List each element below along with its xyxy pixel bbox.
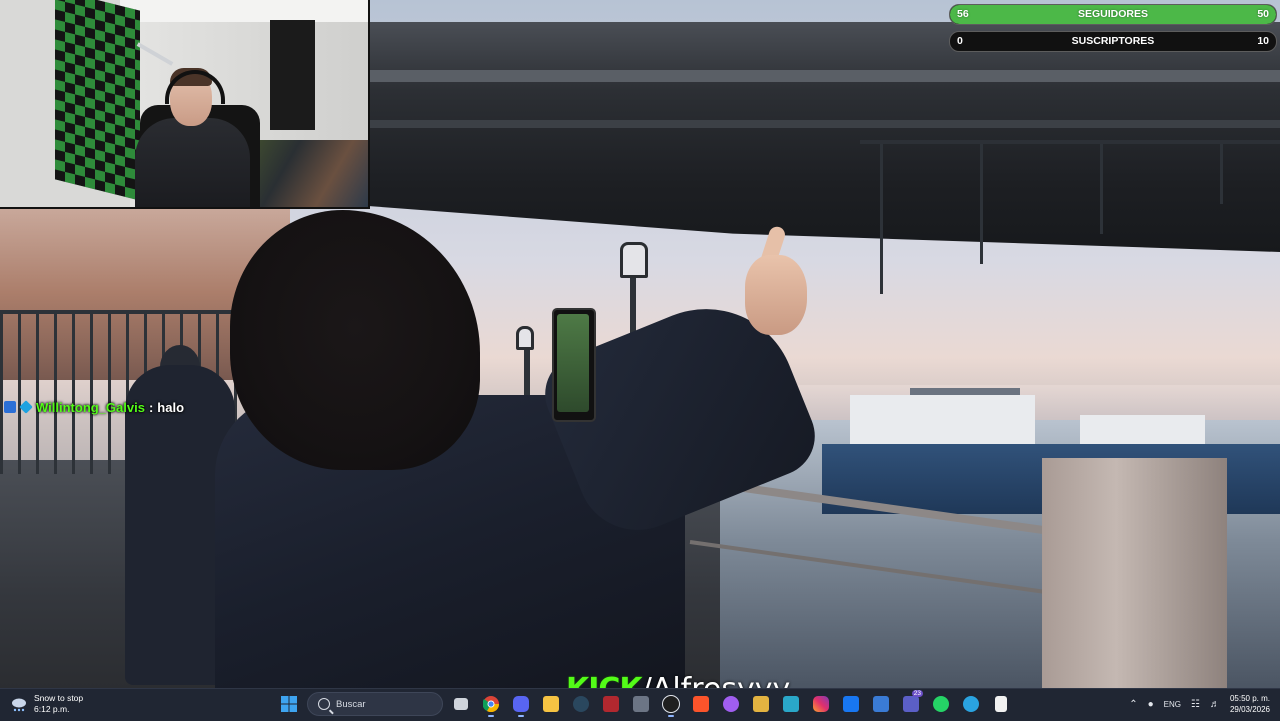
facebook-icon[interactable] bbox=[839, 691, 863, 717]
taskbar-apps: Buscar 23 bbox=[277, 690, 1013, 717]
bridge-girder bbox=[368, 120, 1280, 128]
chrome-icon[interactable] bbox=[479, 691, 503, 717]
diamond-badge-icon bbox=[19, 400, 33, 414]
bridge-truss bbox=[860, 140, 1280, 304]
chevron-up-icon[interactable]: ⌃ bbox=[1129, 699, 1137, 710]
media-icon[interactable] bbox=[599, 691, 623, 717]
search-placeholder: Buscar bbox=[336, 698, 366, 710]
weather-widget[interactable]: Snow to stop 6:12 p.m. bbox=[10, 693, 83, 715]
chat-username: Willintong_Galvis bbox=[36, 399, 145, 415]
chat-message: Willintong_Galvis : halo bbox=[4, 398, 184, 416]
snow-cloud-icon bbox=[10, 695, 28, 713]
folder-icon[interactable] bbox=[749, 691, 773, 717]
whatsapp-icon[interactable] bbox=[929, 691, 953, 717]
clock-date: 29/03/2026 bbox=[1229, 705, 1270, 714]
language-indicator[interactable]: ENG bbox=[1164, 700, 1181, 709]
messenger-icon[interactable] bbox=[719, 691, 743, 717]
discord-icon[interactable] bbox=[509, 691, 533, 717]
task-view-icon[interactable] bbox=[449, 691, 473, 717]
wifi-icon[interactable]: ☷ bbox=[1191, 699, 1200, 710]
windows-start-icon[interactable] bbox=[277, 691, 301, 717]
windows-taskbar: Snow to stop 6:12 p.m. Buscar 23 ⌃ ● ENG… bbox=[0, 688, 1280, 721]
weather-condition: Snow to stop bbox=[34, 693, 84, 703]
followers-goal-bar: 56 SEGUIDORES 50 bbox=[949, 4, 1277, 25]
brave-icon[interactable] bbox=[689, 691, 713, 717]
search-icon bbox=[318, 698, 330, 710]
webcam-ceiling bbox=[120, 0, 368, 22]
system-tray: ⌃ ● ENG ☷ ♬ 05:50 p. m. 29/03/2026 bbox=[1129, 693, 1270, 715]
clock[interactable]: 05:50 p. m. 29/03/2026 bbox=[1230, 693, 1270, 715]
instagram-icon[interactable] bbox=[809, 691, 833, 717]
streamer-body bbox=[135, 118, 250, 207]
subscribers-goal-bar: 0 SUSCRIPTORES 10 bbox=[949, 31, 1277, 52]
microphone-icon[interactable]: ● bbox=[1148, 699, 1154, 710]
acoustic-foam bbox=[55, 0, 140, 201]
bridge-girder bbox=[368, 70, 1280, 82]
steam-icon[interactable] bbox=[569, 691, 593, 717]
taskbar-search[interactable]: Buscar bbox=[307, 692, 443, 716]
chat-separator: : bbox=[148, 399, 154, 415]
subscribers-label: SUSCRIPTORES bbox=[1071, 35, 1155, 47]
hand bbox=[745, 255, 807, 335]
webcam-overlay bbox=[0, 0, 370, 209]
weather-time: 6:12 p.m. bbox=[34, 704, 70, 714]
followers-target: 50 bbox=[1257, 8, 1269, 20]
followers-label: SEGUIDORES bbox=[1077, 8, 1148, 20]
file-explorer-icon[interactable] bbox=[539, 691, 563, 717]
subscriber-badge-icon bbox=[4, 401, 16, 413]
volume-icon[interactable]: ♬ bbox=[1210, 699, 1220, 710]
store-icon[interactable] bbox=[869, 691, 893, 717]
notification-badge: 23 bbox=[911, 690, 923, 697]
app-icon[interactable] bbox=[629, 691, 653, 717]
app-icon-2[interactable] bbox=[779, 691, 803, 717]
subscribers-target: 10 bbox=[1257, 35, 1269, 47]
telegram-icon[interactable] bbox=[959, 691, 983, 717]
lamp-head bbox=[516, 326, 534, 350]
obs-icon[interactable] bbox=[659, 691, 683, 717]
chat-text: halo bbox=[157, 399, 185, 415]
teams-icon[interactable]: 23 bbox=[899, 690, 923, 717]
webcam-doorway bbox=[270, 20, 315, 130]
clock-time: 05:50 p. m. bbox=[1229, 694, 1270, 703]
document-icon[interactable] bbox=[989, 691, 1013, 717]
stone-post bbox=[1042, 458, 1227, 688]
phone-screen bbox=[557, 314, 589, 412]
lamp-head bbox=[620, 242, 648, 278]
